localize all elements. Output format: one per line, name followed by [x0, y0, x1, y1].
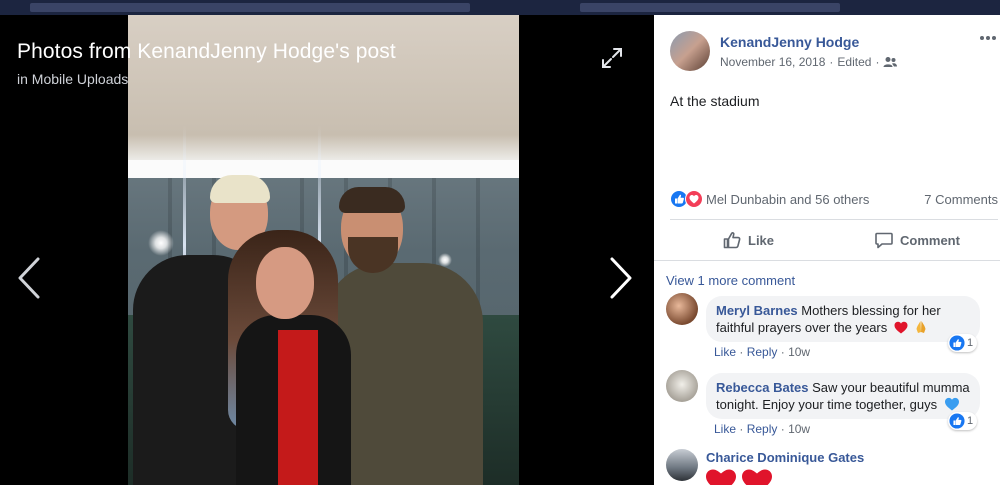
in-label: in	[17, 71, 28, 87]
heart-emoji-icon	[894, 321, 908, 334]
top-strip-segment	[30, 3, 470, 12]
thumbs-up-icon	[949, 335, 965, 351]
post-meta: November 16, 2018 · Edited ·	[720, 55, 898, 69]
post-text: At the stadium	[670, 93, 760, 109]
comment-time[interactable]: 10w	[788, 345, 810, 359]
comment-label: Comment	[900, 232, 960, 248]
reaction-icons[interactable]	[670, 190, 704, 208]
comment-author[interactable]: Rebecca Bates	[716, 380, 809, 395]
comment-like-link[interactable]: Like	[714, 345, 736, 359]
photo-light	[148, 230, 174, 256]
divider	[654, 260, 1000, 261]
photo	[128, 15, 519, 485]
thumbs-up-icon	[670, 190, 688, 208]
comment-actions: Like · Reply · 10w	[714, 345, 811, 359]
top-strip-segment	[580, 3, 840, 12]
view-more-comments-link[interactable]: View 1 more comment	[666, 273, 795, 288]
chevron-right-icon[interactable]	[604, 255, 638, 301]
heart-icon	[685, 190, 703, 208]
friends-icon[interactable]	[883, 56, 898, 68]
like-label: Like	[748, 232, 775, 248]
comment-button[interactable]: Comment	[874, 229, 960, 251]
comments-count[interactable]: 7 Comments	[924, 192, 998, 207]
post-side-panel: KenandJenny Hodge November 16, 2018 · Ed…	[654, 15, 1000, 485]
photo-ceiling	[128, 15, 519, 165]
commenter-avatar[interactable]	[666, 293, 698, 325]
reactions-text[interactable]: Mel Dunbabin and 56 others	[706, 192, 869, 207]
album-link[interactable]: Mobile Uploads	[32, 71, 129, 87]
comment-like-link[interactable]: Like	[714, 422, 736, 436]
person-left-hair	[210, 175, 270, 203]
comment-bubble-icon	[875, 232, 893, 249]
thumbs-up-icon	[949, 413, 965, 429]
comment-bubble: Rebecca Bates Saw your beautiful mumma t…	[706, 373, 980, 419]
reaction-count: 1	[967, 415, 974, 427]
comment-time[interactable]: 10w	[788, 422, 810, 436]
blue-heart-emoji-icon	[944, 397, 959, 411]
divider	[670, 219, 998, 220]
comment-reaction-badge[interactable]: 1	[948, 412, 978, 430]
comment-reaction-badge[interactable]: 1	[948, 334, 978, 352]
commenter-avatar[interactable]	[666, 370, 698, 402]
photo-light-band	[128, 160, 519, 178]
viewer-title: Photos from KenandJenny Hodge's post	[17, 40, 396, 63]
comment-reply-link[interactable]: Reply	[747, 345, 778, 359]
comment-actions: Like · Reply · 10w	[714, 422, 811, 436]
viewer-subtitle: in Mobile Uploads	[17, 71, 128, 87]
thumbs-up-icon	[723, 232, 741, 249]
author-avatar[interactable]	[670, 31, 710, 71]
comment-author[interactable]: Meryl Barnes	[716, 303, 798, 318]
person-middle-top	[278, 330, 318, 485]
comment-reply-link[interactable]: Reply	[747, 422, 778, 436]
meta-separator: ·	[829, 55, 834, 69]
photo-viewer-page: Photos from KenandJenny Hodge's post in …	[0, 0, 1000, 485]
more-options-icon[interactable]	[978, 31, 998, 45]
comment-bubble: Meryl Barnes Mothers blessing for her fa…	[706, 296, 980, 342]
expand-icon[interactable]	[600, 46, 624, 70]
author-name[interactable]: KenandJenny Hodge	[720, 34, 859, 50]
person-middle-head	[256, 247, 314, 319]
reaction-count: 1	[967, 337, 974, 349]
browser-top-strip	[0, 0, 1000, 15]
praying-hands-emoji-icon	[916, 321, 925, 333]
photo-viewer: Photos from KenandJenny Hodge's post in …	[0, 15, 654, 485]
post-date[interactable]: November 16, 2018	[720, 55, 825, 69]
edited-label[interactable]: Edited	[837, 55, 871, 69]
comment-author[interactable]: Charice Dominique Gates	[706, 450, 864, 465]
reactions-summary: Mel Dunbabin and 56 others 7 Comments	[670, 190, 1000, 210]
chevron-left-icon[interactable]	[12, 255, 46, 301]
heart-emoji-icon	[706, 469, 772, 485]
person-right-hair	[339, 187, 405, 213]
like-button[interactable]: Like	[722, 229, 774, 251]
commenter-avatar[interactable]	[666, 449, 698, 481]
meta-separator: ·	[875, 55, 880, 69]
